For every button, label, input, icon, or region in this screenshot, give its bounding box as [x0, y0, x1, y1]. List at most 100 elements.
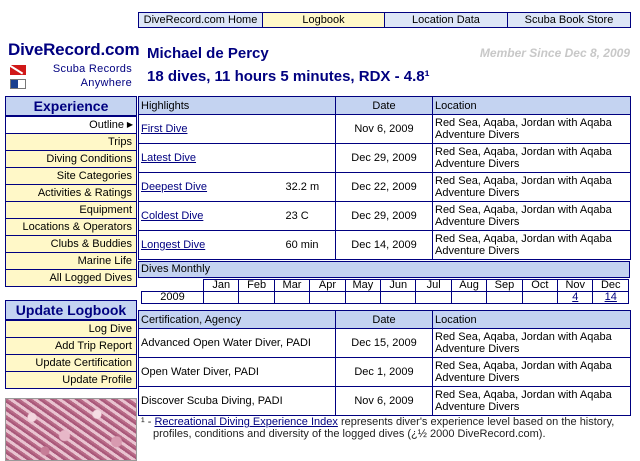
latest-dive-link[interactable]: Latest Dive: [141, 152, 196, 164]
month-label: Jan: [202, 279, 240, 292]
year-label: 2009: [141, 291, 204, 304]
coral-photo: [5, 398, 137, 461]
tab-location-data[interactable]: Location Data: [384, 12, 508, 28]
dive-flag-icon: [10, 65, 26, 75]
table-row: Discover Scuba Diving, PADI Nov 6, 2009 …: [138, 386, 631, 416]
sidebar-item-clubs-buddies[interactable]: Clubs & Buddies: [5, 235, 137, 253]
month-label: Apr: [309, 279, 346, 292]
certification-name: Discover Scuba Diving, PADI: [138, 386, 336, 416]
top-nav: DiveRecord.com Home Logbook Location Dat…: [138, 12, 631, 28]
site-logo[interactable]: DiveRecord.com Scuba Records Anywhere: [5, 38, 140, 93]
col-location: Location: [432, 96, 631, 115]
sidebar-item-all-logged-dives[interactable]: All Logged Dives: [5, 269, 137, 287]
month-count: [380, 291, 417, 304]
diver-name: Michael de Percy: [147, 45, 269, 62]
months-header: Jan Feb Mar Apr May Jun Jul Aug Sep Oct …: [141, 279, 629, 292]
sidebar-item-log-dive[interactable]: Log Dive: [5, 320, 137, 338]
month-count: [486, 291, 523, 304]
update-logbook-heading: Update Logbook: [5, 300, 137, 320]
table-row: Deepest Dive 32.2 m Dec 22, 2009 Red Sea…: [138, 172, 631, 202]
month-label: Aug: [450, 279, 488, 292]
highlight-location: Red Sea, Aqaba, Jordan with Aqaba Advent…: [432, 114, 631, 144]
month-label: Feb: [238, 279, 275, 292]
certification-date: Dec 1, 2009: [335, 357, 433, 387]
caret-right-icon: ▶: [126, 120, 133, 129]
month-count: [450, 291, 488, 304]
month-label: May: [344, 279, 382, 292]
footnote-text-2: profiles, conditions and diversity of th…: [153, 428, 546, 440]
table-row: Advanced Open Water Diver, PADI Dec 15, …: [138, 328, 631, 358]
coldest-dive-link[interactable]: Coldest Dive: [141, 210, 203, 222]
table-row: Latest Dive Dec 29, 2009 Red Sea, Aqaba,…: [138, 143, 631, 173]
month-count: [344, 291, 382, 304]
sidebar-item-update-certification[interactable]: Update Certification: [5, 354, 137, 372]
dives-monthly-table: Jan Feb Mar Apr May Jun Jul Aug Sep Oct …: [141, 279, 629, 304]
col-certification: Certification, Agency: [138, 310, 336, 329]
highlight-value: 32.2 m: [275, 172, 336, 202]
certification-location: Red Sea, Aqaba, Jordan with Aqaba Advent…: [432, 357, 631, 387]
flag-icon: [10, 79, 26, 89]
table-row: First Dive Nov 6, 2009 Red Sea, Aqaba, J…: [138, 114, 631, 144]
certifications-header: Certification, Agency Date Location: [138, 310, 631, 329]
sidebar-item-diving-conditions[interactable]: Diving Conditions: [5, 150, 137, 168]
month-count: [309, 291, 346, 304]
sidebar-item-trips[interactable]: Trips: [5, 133, 137, 151]
month-label: Mar: [273, 279, 311, 292]
certification-date: Dec 15, 2009: [335, 328, 433, 358]
footnote-marker: ¹ -: [141, 416, 152, 428]
highlight-value: [275, 143, 336, 173]
highlight-value: 23 C: [275, 201, 336, 231]
tab-scuba-book-store[interactable]: Scuba Book Store: [507, 12, 631, 28]
col-date: Date: [335, 310, 433, 329]
col-location: Location: [432, 310, 631, 329]
sidebar-item-equipment[interactable]: Equipment: [5, 201, 137, 219]
logo-title: DiveRecord.com: [8, 40, 140, 59]
sidebar-item-update-profile[interactable]: Update Profile: [5, 371, 137, 389]
highlight-location: Red Sea, Aqaba, Jordan with Aqaba Advent…: [432, 172, 631, 202]
month-label: Oct: [521, 279, 559, 292]
month-label: Sep: [486, 279, 523, 292]
logo-tagline-2: Anywhere: [80, 77, 132, 89]
highlights-header: Highlights Date Location: [138, 96, 631, 115]
rdx-link[interactable]: Recreational Diving Experience Index: [154, 416, 337, 428]
month-count: [521, 291, 559, 304]
tab-diverecord-home[interactable]: DiveRecord.com Home: [138, 12, 263, 28]
col-date: Date: [335, 96, 433, 115]
rdx-footnote: ¹ - Recreational Diving Experience Index…: [141, 416, 631, 440]
col-highlights: Highlights: [138, 96, 336, 115]
sidebar-item-add-trip-report[interactable]: Add Trip Report: [5, 337, 137, 355]
nov-dives-link[interactable]: 4: [572, 291, 578, 303]
first-dive-link[interactable]: First Dive: [141, 123, 187, 135]
month-label: Dec: [592, 279, 629, 292]
sidebar-item-locations-operators[interactable]: Locations & Operators: [5, 218, 137, 236]
highlight-value: 60 min: [275, 230, 336, 260]
certifications-table: Certification, Agency Date Location Adva…: [138, 310, 631, 416]
sidebar-item-marine-life[interactable]: Marine Life: [5, 252, 137, 270]
certification-date: Nov 6, 2009: [335, 386, 433, 416]
certification-name: Advanced Open Water Diver, PADI: [138, 328, 336, 358]
dive-summary: 18 dives, 11 hours 5 minutes, RDX - 4.8¹: [147, 68, 430, 85]
tab-logbook[interactable]: Logbook: [262, 12, 385, 28]
year-row: 2009 4 14: [141, 291, 629, 304]
month-label: Jul: [415, 279, 452, 292]
highlight-location: Red Sea, Aqaba, Jordan with Aqaba Advent…: [432, 143, 631, 173]
certification-location: Red Sea, Aqaba, Jordan with Aqaba Advent…: [432, 328, 631, 358]
dec-dives-link[interactable]: 14: [605, 291, 617, 303]
highlight-date: Dec 14, 2009: [335, 230, 433, 260]
table-row: Open Water Diver, PADI Dec 1, 2009 Red S…: [138, 357, 631, 387]
sidebar-item-outline[interactable]: Outline ▶: [5, 116, 137, 134]
footnote-text-1: represents diver's experience level base…: [340, 416, 615, 428]
highlight-date: Dec 29, 2009: [335, 143, 433, 173]
month-count: [273, 291, 311, 304]
sidebar-item-label: Outline: [89, 119, 124, 131]
certification-location: Red Sea, Aqaba, Jordan with Aqaba Advent…: [432, 386, 631, 416]
logo-tagline-1: Scuba Records: [52, 63, 132, 75]
deepest-dive-link[interactable]: Deepest Dive: [141, 181, 207, 193]
dives-monthly-heading: Dives Monthly: [138, 261, 630, 278]
highlight-date: Nov 6, 2009: [335, 114, 433, 144]
member-since: Member Since Dec 8, 2009: [479, 46, 630, 60]
sidebar-item-site-categories[interactable]: Site Categories: [5, 167, 137, 185]
longest-dive-link[interactable]: Longest Dive: [141, 239, 205, 251]
sidebar-item-activities-ratings[interactable]: Activities & Ratings: [5, 184, 137, 202]
month-count: [415, 291, 452, 304]
